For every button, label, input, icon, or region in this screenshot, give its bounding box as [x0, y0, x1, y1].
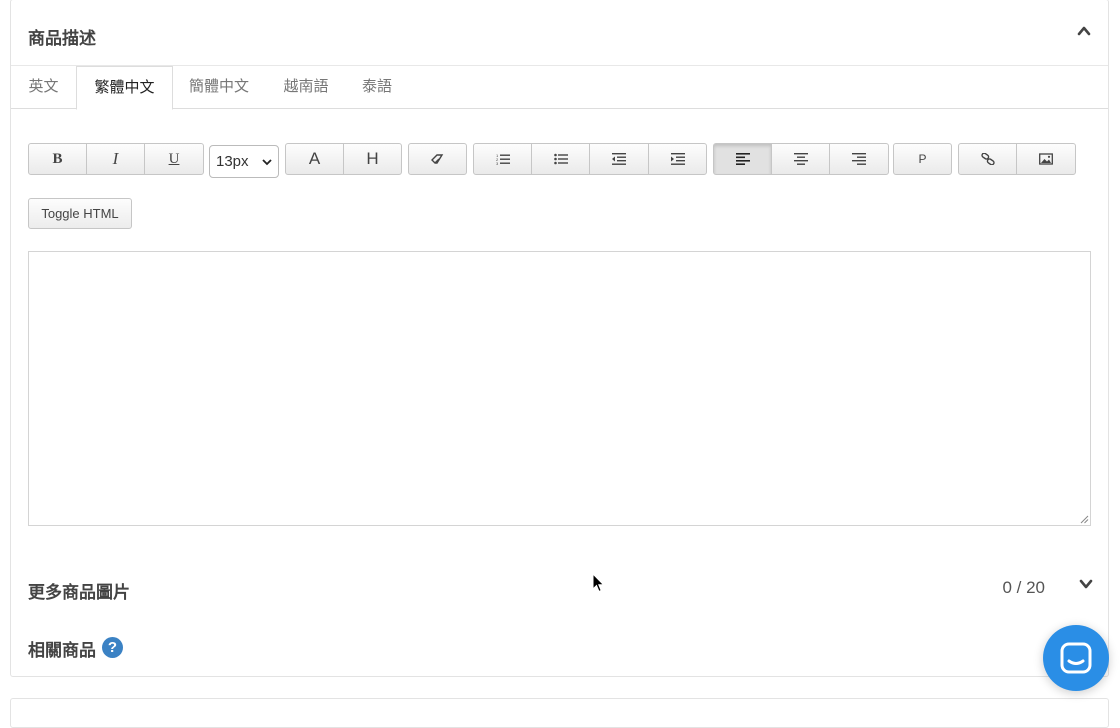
- underline-label: U: [168, 150, 180, 167]
- svg-text:3: 3: [496, 161, 499, 165]
- font-color-button[interactable]: A: [285, 143, 344, 175]
- italic-button[interactable]: I: [86, 143, 145, 175]
- panel-title: 商品描述: [28, 29, 96, 48]
- chevron-up-icon[interactable]: [1077, 24, 1091, 38]
- language-tabs: 英文 繁體中文 簡體中文 越南語 泰語: [11, 66, 1108, 110]
- tab-label: 繁體中文: [94, 79, 155, 96]
- tab-vietnamese[interactable]: 越南語: [273, 66, 339, 109]
- tab-label: 簡體中文: [188, 78, 249, 95]
- underline-button[interactable]: U: [144, 143, 204, 175]
- tab-label: 英文: [28, 78, 59, 95]
- paragraph-label: P: [918, 152, 927, 166]
- indent-button[interactable]: [648, 143, 707, 175]
- mouse-cursor-icon: [592, 573, 605, 593]
- outdent-button[interactable]: [589, 143, 649, 175]
- tab-thai[interactable]: 泰語: [351, 66, 403, 109]
- tab-english[interactable]: 英文: [11, 66, 76, 109]
- image-counter: 0 / 20: [1002, 578, 1045, 597]
- bold-label: B: [52, 150, 63, 167]
- align-right-icon: [852, 153, 866, 165]
- chevron-down-icon: [262, 158, 272, 165]
- ordered-list-button[interactable]: 1 2 3: [473, 143, 532, 175]
- link-icon: [980, 153, 995, 165]
- bold-button[interactable]: B: [28, 143, 87, 175]
- italic-label: I: [112, 149, 119, 168]
- help-icon[interactable]: ?: [102, 637, 123, 658]
- more-images-label: 更多商品圖片: [28, 583, 130, 602]
- font-size-value: 13px: [216, 153, 249, 170]
- tab-label: 越南語: [283, 78, 329, 95]
- resize-handle-icon[interactable]: [1079, 514, 1089, 524]
- insert-link-button[interactable]: [958, 143, 1017, 175]
- unordered-list-icon: [553, 153, 568, 165]
- paragraph-button[interactable]: P: [893, 143, 952, 175]
- chat-launcher-button[interactable]: [1043, 625, 1109, 691]
- insert-image-button[interactable]: [1016, 143, 1076, 175]
- align-right-button[interactable]: [829, 143, 889, 175]
- toggle-html-label: Toggle HTML: [41, 206, 119, 221]
- clear-format-button[interactable]: [408, 143, 467, 175]
- align-center-button[interactable]: [771, 143, 830, 175]
- highlight-button[interactable]: H: [343, 143, 402, 175]
- panel-header: 商品描述: [11, 0, 1108, 66]
- help-glyph: ?: [107, 639, 118, 656]
- ordered-list-icon: 1 2 3: [496, 153, 510, 165]
- eraser-icon: [430, 154, 443, 164]
- indent-icon: [670, 153, 685, 165]
- unordered-list-button[interactable]: [531, 143, 590, 175]
- tab-label: 泰語: [361, 78, 392, 95]
- font-color-label: A: [308, 149, 321, 168]
- toggle-html-button[interactable]: Toggle HTML: [28, 198, 132, 229]
- rich-text-editor[interactable]: [28, 251, 1091, 526]
- image-icon: [1039, 153, 1053, 165]
- highlight-label: H: [366, 149, 379, 168]
- tab-traditional-chinese[interactable]: 繁體中文: [76, 66, 173, 110]
- align-left-icon: [735, 153, 750, 165]
- chat-icon: [1060, 642, 1092, 674]
- outdent-icon: [612, 153, 626, 165]
- next-panel: [10, 698, 1109, 728]
- align-center-icon: [793, 153, 808, 165]
- related-products-label: 相關商品: [28, 641, 96, 660]
- font-size-select[interactable]: 13px: [209, 145, 279, 178]
- chevron-down-icon[interactable]: [1079, 577, 1093, 591]
- align-left-button[interactable]: [713, 143, 772, 175]
- tab-simplified-chinese[interactable]: 簡體中文: [173, 66, 265, 109]
